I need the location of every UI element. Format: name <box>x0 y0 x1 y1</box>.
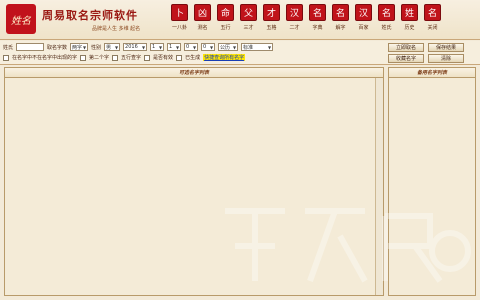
nav-label: 测名 <box>197 25 208 31</box>
favorite-button[interactable]: 收藏名字 <box>388 54 424 63</box>
year-value: 2016 <box>125 44 138 50</box>
nav-label: 历史 <box>404 25 415 31</box>
chevron-down-icon: ▼ <box>141 44 146 50</box>
filter-row-2: 在名字中不在名字中出现的字 第二个字 五行查字 是否有效 已生成 快捷查询所有名… <box>3 54 246 61</box>
nav-tile-icon: 名 <box>378 4 395 21</box>
day-select[interactable]: 1 ▼ <box>167 43 182 51</box>
chevron-down-icon: ▼ <box>232 44 237 50</box>
year-select[interactable]: 2016 ▼ <box>123 43 148 51</box>
nav-label: 姓氏 <box>381 25 392 31</box>
hour-value: 0 <box>186 44 190 50</box>
clear-button[interactable]: 清除 <box>428 54 464 63</box>
backup-panel-title: 备用名字列表 <box>389 68 475 78</box>
given-count-select[interactable]: 两字 ▼ <box>70 43 89 51</box>
month-select[interactable]: 1 ▼ <box>150 43 165 51</box>
nav-tile-icon: 汉 <box>286 4 303 21</box>
nav-tile-icon: 名 <box>332 4 349 21</box>
nav-label: 百家 <box>358 25 369 31</box>
app-subtitle: 品牌是人生 多维 起名 <box>92 26 141 32</box>
filter-row-1: 姓氏 取名字数 两字 ▼ 性别 男 ▼ 2016 ▼ 1 ▼ 1 ▼ 0 ▼ 0 ▼ 公历 ▼ … <box>3 43 274 51</box>
nav-item-6[interactable]: 名字典 <box>308 4 327 31</box>
gender-label: 性别 <box>91 44 102 51</box>
nav-item-8[interactable]: 汉百家 <box>354 4 373 31</box>
quick-query-link[interactable]: 快捷查询所有名字 <box>203 54 246 61</box>
app-logo: 姓名 <box>6 4 36 34</box>
nav-label: 五行 <box>220 25 231 31</box>
option-checkbox-3[interactable] <box>112 54 119 61</box>
save-button[interactable]: 保存结果 <box>428 43 464 52</box>
option-label-3: 五行查字 <box>121 55 142 61</box>
given-count-value: 两字 <box>72 44 83 51</box>
chevron-down-icon: ▼ <box>114 44 119 50</box>
nav-tile-icon: 汉 <box>355 4 372 21</box>
nav-label: 二才 <box>289 25 300 31</box>
month-value: 1 <box>152 44 156 50</box>
calendar-select[interactable]: 公历 ▼ <box>218 43 239 51</box>
option-label-1: 在名字中不在名字中出现的字 <box>12 55 78 61</box>
chevron-down-icon: ▼ <box>158 44 163 50</box>
nav-tile-icon: 卜 <box>171 4 188 21</box>
nav-tile-icon: 命 <box>217 4 234 21</box>
main-nav: 卜一八卦 凶测名 命五行 父三才 才五格 汉二才 名字典 名解字 汉百家 名姓氏… <box>170 4 442 31</box>
nav-item-11[interactable]: 名关闭 <box>423 4 442 31</box>
nav-item-3[interactable]: 父三才 <box>239 4 258 31</box>
day-value: 1 <box>169 44 173 50</box>
nav-label: 字典 <box>312 25 323 31</box>
surname-input[interactable] <box>16 43 45 51</box>
chevron-down-icon: ▼ <box>192 44 197 50</box>
filter-bar: 姓氏 取名字数 两字 ▼ 性别 男 ▼ 2016 ▼ 1 ▼ 1 ▼ 0 ▼ 0 ▼ 公历 ▼ … <box>0 41 480 65</box>
option-checkbox-5[interactable] <box>176 54 183 61</box>
chevron-down-icon: ▼ <box>83 44 87 50</box>
nav-tile-icon: 名 <box>424 4 441 21</box>
nav-item-0[interactable]: 卜一八卦 <box>170 4 189 31</box>
option-checkbox-4[interactable] <box>144 54 151 61</box>
watermark-logo <box>225 208 471 283</box>
nav-item-1[interactable]: 凶测名 <box>193 4 212 31</box>
chevron-down-icon: ▼ <box>267 44 272 50</box>
minute-select[interactable]: 0 ▼ <box>201 43 216 51</box>
minute-value: 0 <box>203 44 207 50</box>
chevron-down-icon: ▼ <box>175 44 180 50</box>
app-header: 姓名 周易取名宗师软件 品牌是人生 多维 起名 卜一八卦 凶测名 命五行 父三才… <box>0 0 480 40</box>
nav-label: 解字 <box>335 25 346 31</box>
nav-label: 三才 <box>243 25 254 31</box>
hour-select[interactable]: 0 ▼ <box>184 43 199 51</box>
nav-label: 五格 <box>266 25 277 31</box>
candidate-panel-title: 可选名字列表 <box>5 68 383 78</box>
mode-select[interactable]: 标准 ▼ <box>241 43 274 51</box>
nav-tile-icon: 凶 <box>194 4 211 21</box>
generate-button[interactable]: 立即取名 <box>388 43 424 52</box>
nav-tile-icon: 父 <box>240 4 257 21</box>
nav-item-4[interactable]: 才五格 <box>262 4 281 31</box>
surname-label: 姓氏 <box>3 44 14 51</box>
nav-item-5[interactable]: 汉二才 <box>285 4 304 31</box>
option-checkbox-1[interactable] <box>3 54 9 61</box>
nav-item-2[interactable]: 命五行 <box>216 4 235 31</box>
nav-label: 关闭 <box>427 25 438 31</box>
calendar-value: 公历 <box>220 44 231 51</box>
gender-select[interactable]: 男 ▼ <box>104 43 121 51</box>
nav-tile-icon: 名 <box>309 4 326 21</box>
nav-item-7[interactable]: 名解字 <box>331 4 350 31</box>
nav-tile-icon: 姓 <box>401 4 418 21</box>
option-label-4: 是否有效 <box>153 55 174 61</box>
option-checkbox-2[interactable] <box>80 54 87 61</box>
option-label-5: 已生成 <box>185 55 201 61</box>
chevron-down-icon: ▼ <box>209 44 214 50</box>
nav-label: 一八卦 <box>171 25 187 31</box>
nav-tile-icon: 才 <box>263 4 280 21</box>
mode-value: 标准 <box>243 44 254 51</box>
given-count-label: 取名字数 <box>47 44 68 51</box>
nav-item-9[interactable]: 名姓氏 <box>377 4 396 31</box>
nav-item-10[interactable]: 姓历史 <box>400 4 419 31</box>
app-title: 周易取名宗师软件 <box>42 9 138 22</box>
option-label-2: 第二个字 <box>89 55 110 61</box>
gender-value: 男 <box>106 44 112 51</box>
